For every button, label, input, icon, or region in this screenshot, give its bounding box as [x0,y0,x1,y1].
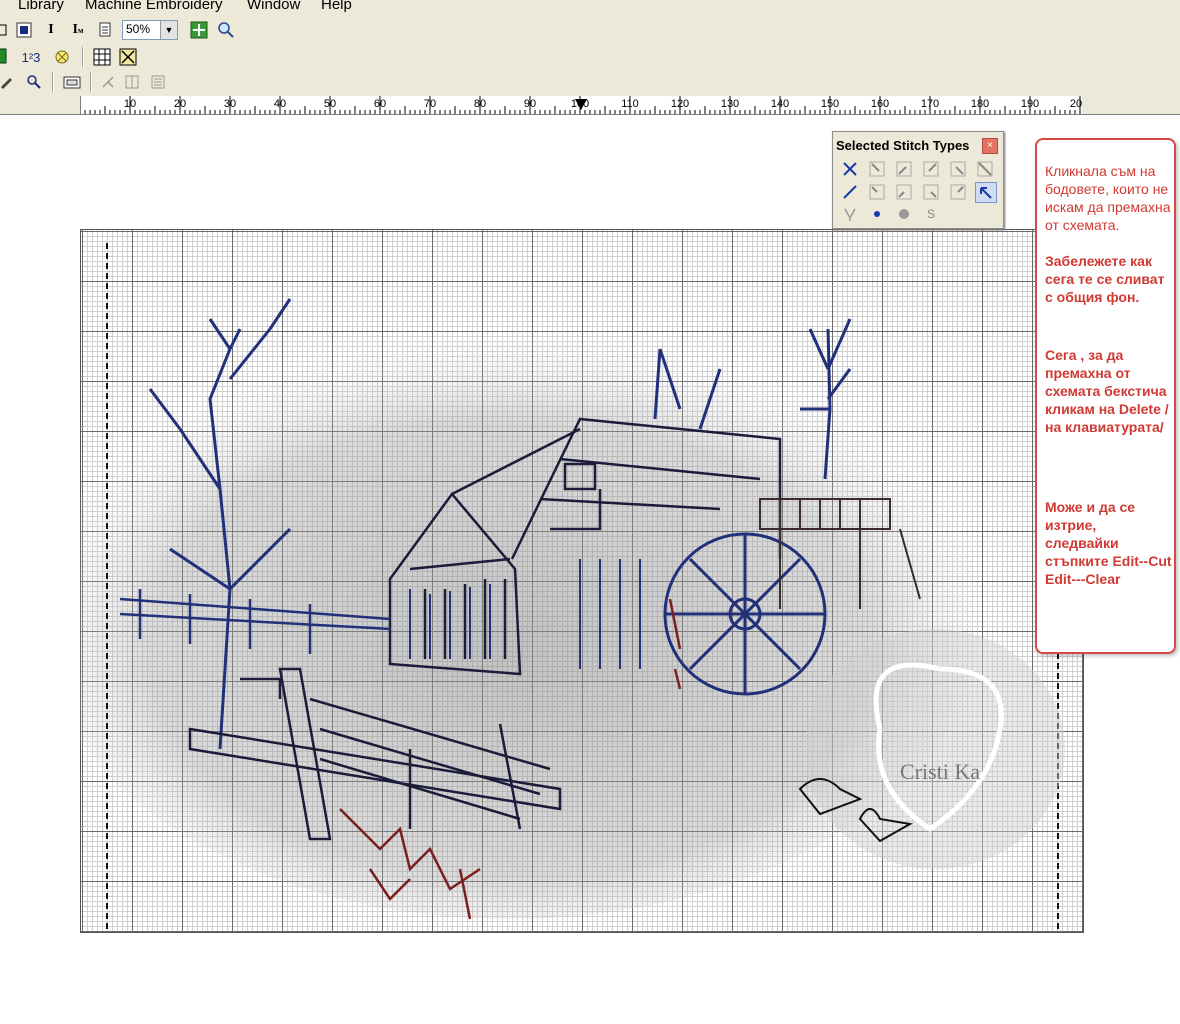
ruler-label: 170 [920,98,940,110]
ruler-label: 60 [373,98,387,110]
menu-bar: Library Machine Embroidery Window Help [0,0,1180,14]
properties-icon[interactable] [62,72,82,92]
partial-tool-icon[interactable] [0,20,12,40]
list-icon[interactable] [148,72,168,92]
three-quarter-stitch-icon[interactable] [867,159,887,178]
magnifier-icon[interactable] [24,72,44,92]
note-observation: Забележете как сега те се сливат с общия… [1045,253,1165,305]
ruler-label: 20 [173,98,187,110]
specialty-stitch-icon[interactable]: S [921,204,941,223]
note-delete-instruction: Сега , за да премахна от схемата бекстич… [1045,347,1169,435]
selected-stitch-types-panel[interactable]: Selected Stitch Types × S [832,131,1004,229]
watermark-text: Cristi Ka [900,759,980,784]
horizontal-ruler: 10 20 30 40 50 60 70 80 90 100 110 120 1… [0,96,1180,115]
ruler-label: 70 [423,98,437,110]
ruler-label: 20 [1069,98,1083,110]
split-icon[interactable] [98,72,118,92]
ruler-label: 180 [970,98,990,110]
water-wheel [663,532,827,696]
backstitch-icon[interactable] [975,182,997,203]
toolbar-separator [82,47,84,67]
grid-icon[interactable] [92,47,112,67]
zoom-fit-icon[interactable] [189,20,209,40]
half-stitch-icon[interactable] [975,159,995,178]
ruler-scale: 10 20 30 40 50 60 70 80 90 100 110 120 1… [80,96,1082,114]
note-edit-instruction: Може и да се изтрие, следвайки стъпките … [1045,499,1172,587]
ruler-label: 90 [523,98,537,110]
full-cross-stitch-icon[interactable] [840,159,860,178]
toolbar-secondary: 1²3 [0,46,1180,68]
three-quarter-stitch-icon[interactable] [921,159,941,178]
french-knot-icon[interactable] [867,204,887,223]
watermark: Cristi Ka [805,629,1065,869]
quarter-stitch-icon[interactable] [867,182,887,201]
ruler-label: 50 [323,98,337,110]
close-button[interactable]: × [982,138,998,154]
menu-help[interactable]: Help [321,0,352,13]
stitch-icon[interactable] [52,47,72,67]
cross-stitch-pattern[interactable]: Cristi Ka [80,229,1082,931]
ruler-label: 130 [720,98,740,110]
ruler-label: 110 [621,98,639,110]
annotation-note: Кликнала съм на бодовете, които не искам… [1035,138,1176,654]
ruler-label: 10 [123,98,137,110]
toolbar-main: I Iᴍ 50% ▼ [0,14,1180,46]
ruler-label: 140 [770,98,790,110]
menu-window[interactable]: Window [247,0,300,13]
quarter-stitch-icon[interactable] [894,182,914,201]
quarter-stitch-icon[interactable] [948,182,968,201]
ruler-label: 120 [670,98,690,110]
page-icon[interactable] [95,20,115,40]
zoom-icon[interactable] [216,20,236,40]
three-quarter-stitch-icon[interactable] [948,159,968,178]
ruler-label: 40 [273,98,287,110]
bead-icon[interactable] [894,204,914,223]
long-stitch-icon[interactable] [840,204,860,223]
text-small-icon[interactable]: Iᴍ [68,20,88,40]
pencil-icon[interactable] [0,72,16,92]
ruler-label: 30 [223,98,237,110]
green-square-icon[interactable] [0,46,10,66]
half-stitch-icon[interactable] [840,182,860,201]
menu-machine-embroidery[interactable]: Machine Embroidery [85,0,223,13]
ruler-label: 190 [1020,98,1040,110]
text-icon[interactable]: I [41,20,61,40]
toolbar-separator [90,72,92,92]
three-quarter-stitch-icon[interactable] [894,159,914,178]
number-button[interactable]: 1²3 [18,47,44,67]
menu-library[interactable]: Library [18,0,64,13]
zoom-value: 50% [126,22,151,36]
columns-icon[interactable] [122,72,142,92]
ruler-label: 150 [820,98,840,110]
chevron-down-icon[interactable]: ▼ [160,21,177,39]
cross-icon[interactable] [118,47,138,67]
toolbar-tools [0,68,1180,96]
ruler-label: 80 [473,98,487,110]
zoom-select[interactable]: 50% ▼ [122,20,178,40]
toolbar-separator [52,72,54,92]
note-intro: Кликнала съм на бодовете, които не искам… [1045,163,1171,233]
panel-title: Selected Stitch Types [836,138,970,153]
ruler-center-marker-icon[interactable] [574,98,588,112]
quarter-stitch-icon[interactable] [921,182,941,201]
square-icon[interactable] [14,20,34,40]
ruler-label: 160 [870,98,890,110]
